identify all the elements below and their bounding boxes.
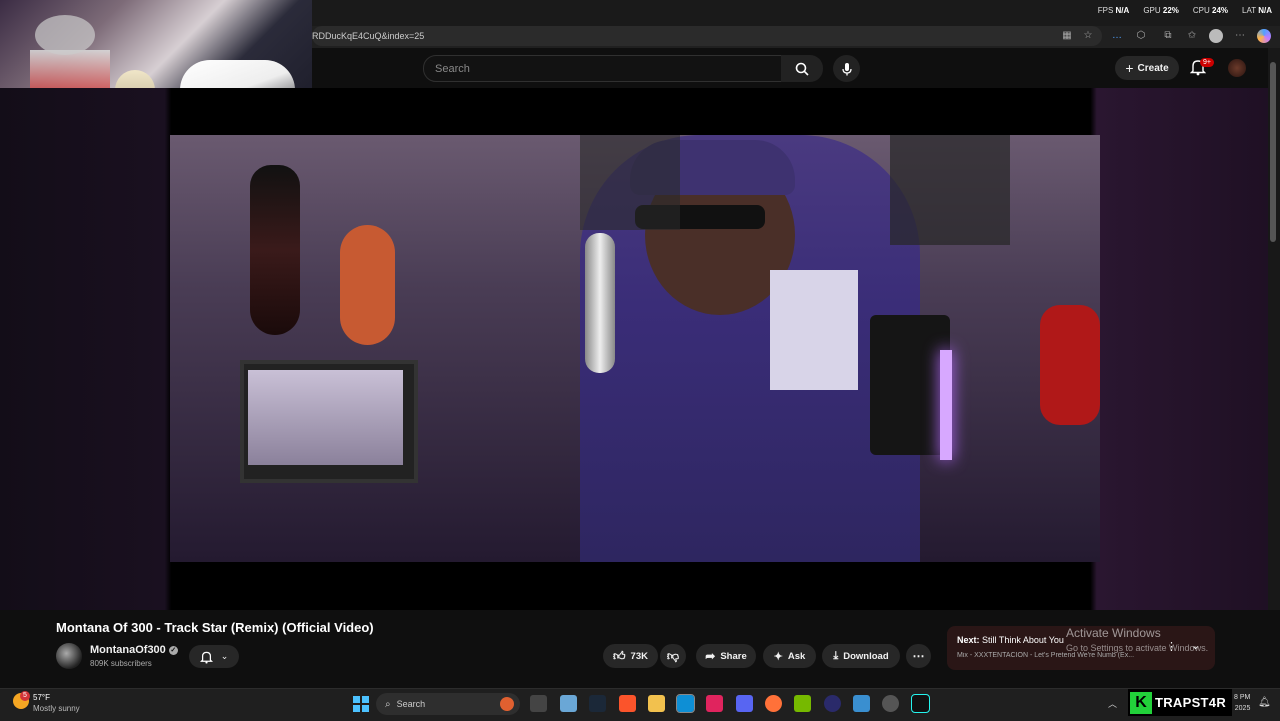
taskbar: [0, 688, 1280, 721]
microphone-icon: [841, 62, 852, 75]
copilot-icon[interactable]: [1257, 29, 1271, 43]
address-bar[interactable]: RDDucKqE4CuQ&index=25: [312, 26, 1102, 46]
weather-description: Mostly sunny: [33, 704, 80, 713]
taskbar-search[interactable]: ⌕ Search: [376, 693, 520, 715]
share-button[interactable]: ➦ Share: [696, 644, 756, 668]
thumbs-up-icon: 👍︎: [613, 648, 626, 663]
next-prefix: Next:: [957, 635, 980, 645]
split-screen-icon[interactable]: ⧉: [1162, 30, 1174, 42]
ask-button[interactable]: ✦ Ask: [763, 644, 816, 668]
media-app-icon[interactable]: [706, 695, 723, 712]
gpu-stat: GPU 22%: [1143, 6, 1179, 15]
performance-stats: FPS N/A GPU 22% CPU 24% LAT N/A: [1098, 6, 1272, 15]
weather-temperature: 57°F: [33, 693, 50, 702]
scrollbar-thumb[interactable]: [1270, 62, 1276, 242]
download-button[interactable]: ⤓ Download: [822, 644, 900, 668]
search-button[interactable]: [781, 55, 823, 82]
ask-label: Ask: [787, 650, 806, 662]
obs-icon[interactable]: [824, 695, 841, 712]
account-avatar[interactable]: [1228, 59, 1246, 77]
channel-name-text: MontanaOf300: [90, 644, 166, 656]
plus-icon: +: [1125, 60, 1134, 76]
cpu-stat: CPU 24%: [1192, 6, 1229, 15]
bell-icon: [199, 651, 213, 664]
create-button[interactable]: + Create: [1115, 56, 1179, 80]
chevron-down-icon: ⌄: [220, 651, 229, 661]
next-up-title: Next: Still Think About You: [957, 635, 1064, 645]
next-mix-label: Mix - XXXTENTACION - Let's Pretend We're…: [957, 652, 1135, 659]
task-view-icon[interactable]: [530, 695, 547, 712]
search-input[interactable]: [424, 56, 737, 81]
nvidia-icon[interactable]: [794, 695, 811, 712]
search-icon: [795, 62, 809, 76]
brand-logo: K: [1130, 691, 1152, 714]
brand-overlay: K TRAPST4R: [1128, 689, 1232, 716]
verified-icon: ✓: [168, 645, 178, 655]
file-explorer-icon[interactable]: [648, 695, 665, 712]
download-label: Download: [843, 650, 889, 662]
search-highlight-icon: [500, 697, 514, 711]
clock-time: 8 PM: [1234, 694, 1251, 701]
create-label: Create: [1137, 62, 1169, 74]
notification-center-icon[interactable]: 🔔︎: [1258, 697, 1271, 708]
channel-avatar[interactable]: [56, 643, 82, 669]
profile-icon[interactable]: [1209, 29, 1223, 43]
thumbs-down-icon: 👎︎: [666, 648, 680, 663]
clock-date: 2025: [1234, 705, 1251, 712]
like-count: 73K: [630, 650, 648, 662]
loading-icon: …: [1112, 30, 1122, 41]
fps-stat: FPS N/A: [1097, 6, 1130, 15]
favorite-star-icon[interactable]: ☆: [1082, 30, 1094, 42]
subscriber-count: 809K subscribers: [90, 659, 152, 668]
subscription-bell-button[interactable]: ⌄: [189, 645, 239, 668]
tiktok-icon[interactable]: [911, 694, 930, 713]
activate-windows-title: Activate Windows: [1066, 626, 1161, 640]
share-label: Share: [720, 650, 747, 662]
app-icon[interactable]: [882, 695, 899, 712]
download-icon: ⤓: [833, 649, 839, 662]
edge-icon[interactable]: [676, 694, 695, 713]
notepad-icon[interactable]: [560, 695, 577, 712]
like-button[interactable]: 👍︎ 73K: [603, 644, 658, 668]
video-title: Montana Of 300 - Track Star (Remix) (Off…: [56, 620, 374, 635]
steam-icon[interactable]: [589, 695, 606, 712]
channel-name[interactable]: MontanaOf300 ✓: [90, 644, 178, 656]
chevron-up-icon[interactable]: ︿: [1108, 697, 1117, 710]
weather-badge: 5: [20, 691, 30, 701]
notification-badge: 9+: [1200, 58, 1214, 67]
discord-icon[interactable]: [736, 695, 753, 712]
extensions-icon[interactable]: ⬡: [1135, 30, 1147, 42]
grid-icon[interactable]: ▦: [1061, 30, 1073, 42]
more-horizontal-icon: ⋯: [912, 649, 925, 663]
brand-name: TRAPST4R: [1155, 695, 1227, 710]
system-clock[interactable]: 8 PM 2025: [1234, 692, 1250, 714]
share-icon: ➦: [705, 649, 716, 663]
photos-icon[interactable]: [853, 695, 870, 712]
favorites-icon[interactable]: ✩: [1186, 30, 1198, 42]
search-box: [423, 55, 783, 82]
taskbar-search-label: Search: [396, 699, 426, 709]
sparkle-icon: ✦: [773, 650, 783, 663]
brave-icon[interactable]: [619, 695, 636, 712]
more-menu-icon[interactable]: ⋯: [1234, 30, 1246, 42]
video-frame[interactable]: [170, 135, 1100, 562]
dislike-button[interactable]: 👎︎: [660, 644, 686, 668]
url-text: RDDucKqE4CuQ&index=25: [312, 31, 425, 41]
voice-search-button[interactable]: [833, 55, 860, 82]
more-actions-button[interactable]: ⋯: [906, 644, 931, 668]
search-icon: ⌕: [385, 698, 391, 710]
next-title-text: Still Think About You: [982, 635, 1064, 645]
lat-stat: LAT N/A: [1242, 6, 1272, 15]
firefox-icon[interactable]: [765, 695, 782, 712]
activate-windows-subtitle: Go to Settings to activate Windows.: [1066, 643, 1209, 653]
windows-start-icon[interactable]: [352, 695, 369, 712]
